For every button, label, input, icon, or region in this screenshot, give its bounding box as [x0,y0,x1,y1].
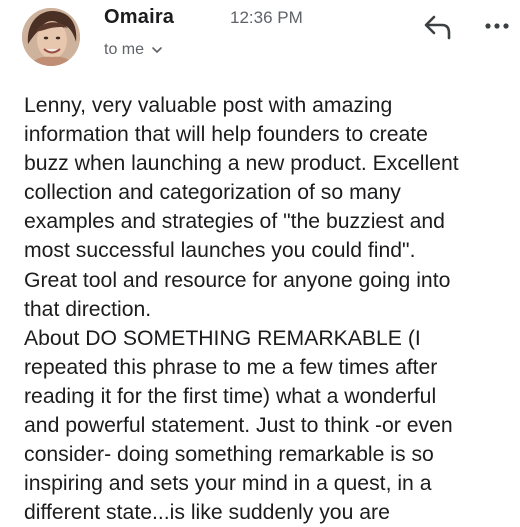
email-body-line: consider- doing something remarkable is … [24,443,434,467]
email-timestamp: 12:36 PM [230,8,303,27]
reply-icon [424,15,451,40]
recipient-details-toggle[interactable]: to me [104,41,163,59]
recipient-label: to me [104,41,145,58]
email-body-line: that direction. [24,297,152,321]
chevron-down-icon [152,47,162,53]
email-body-line: examples and strategies of "the buzziest… [24,210,445,234]
sender-name: Omaira [104,6,175,28]
email-body-line: information that will help founders to c… [24,123,428,147]
email-header: Omaira 12:36 PM to me [0,0,520,80]
email-body-line: inspiring and sets your mind in a quest,… [24,472,432,496]
sender-avatar[interactable] [22,8,80,66]
email-body-line: repeated this phrase to me a few times a… [24,355,438,379]
email-body-line: most successful launches you could find"… [24,239,416,263]
email-body-line: Great tool and resource for anyone going… [24,268,451,292]
email-body: Lenny, very valuable post with amazing in… [24,91,520,527]
email-body-line: and powerful statement. Just to think -o… [24,414,453,438]
avatar-photo [22,8,80,66]
email-body-line: About DO SOMETHING REMARKABLE (I [24,326,421,350]
more-options-button[interactable] [482,14,512,38]
email-body-line: collection and categorization of so many [24,181,401,205]
email-body-line: different state...is like suddenly you a… [24,501,390,525]
email-body-line: reading it for the first time) what a wo… [24,384,437,408]
email-body-line: Lenny, very valuable post with amazing [24,94,393,117]
more-options-icon [485,23,509,29]
reply-button[interactable] [422,12,454,40]
email-body-line: buzz when launching a new product. Excel… [24,152,459,176]
